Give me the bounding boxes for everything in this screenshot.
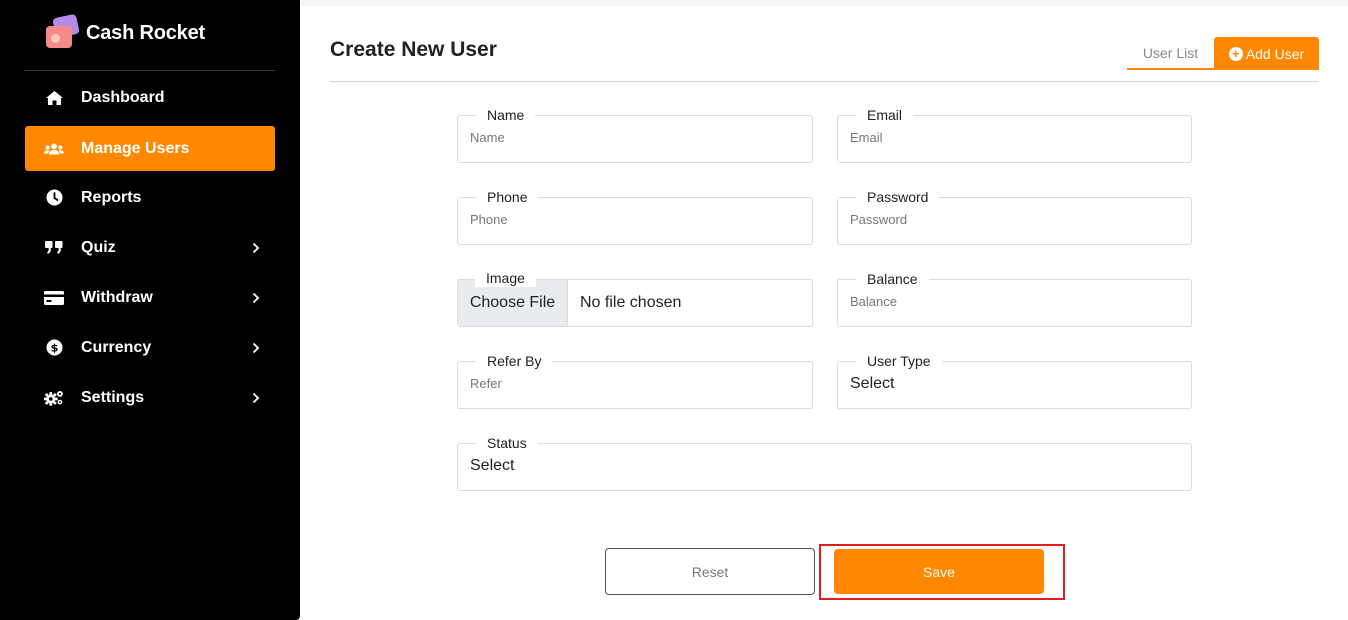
phone-input[interactable]	[470, 212, 800, 227]
reset-button[interactable]: Reset	[605, 548, 815, 595]
password-field: Password	[837, 188, 1192, 245]
sidebar-item-settings[interactable]: Settings	[25, 375, 275, 420]
sidebar-item-reports[interactable]: Reports	[25, 175, 275, 220]
sidebar: Cash Rocket Dashboard Manage Users Repor…	[0, 0, 300, 620]
tab-add-user-label: Add User	[1245, 45, 1305, 62]
name-label: Name	[476, 106, 536, 124]
balance-input[interactable]	[850, 294, 1179, 309]
sidebar-item-manage-users[interactable]: Manage Users	[25, 126, 275, 171]
user-type-value: Select	[850, 375, 895, 392]
status-label: Status	[476, 434, 538, 452]
user-type-select[interactable]: User Type Select	[837, 352, 1192, 409]
sidebar-item-label: Settings	[81, 388, 145, 406]
refer-by-input[interactable]	[470, 376, 800, 391]
credit-card-icon	[44, 288, 64, 308]
email-input[interactable]	[850, 130, 1179, 145]
chevron-right-icon	[251, 392, 261, 404]
sidebar-item-label: Quiz	[81, 238, 116, 256]
svg-text:$: $	[50, 342, 58, 355]
dollar-icon: $	[44, 338, 64, 358]
chevron-right-icon	[251, 242, 261, 254]
sidebar-item-label: Currency	[81, 338, 152, 356]
user-type-label: User Type	[856, 352, 942, 370]
image-label: Image	[475, 269, 536, 287]
sidebar-item-label: Withdraw	[81, 288, 153, 306]
sidebar-item-label: Dashboard	[81, 88, 165, 106]
phone-field: Phone	[457, 188, 813, 245]
header-divider	[330, 81, 1319, 82]
sidebar-item-label: Reports	[81, 188, 142, 206]
users-icon	[44, 139, 64, 159]
password-label: Password	[856, 188, 940, 206]
tab-add-user[interactable]: + Add User	[1214, 37, 1319, 70]
name-field: Name	[457, 106, 813, 163]
top-strip	[300, 0, 1348, 6]
save-button[interactable]: Save	[834, 549, 1044, 594]
home-icon	[44, 88, 64, 108]
refer-by-field: Refer By	[457, 352, 813, 409]
refer-by-label: Refer By	[476, 352, 553, 370]
clock-icon	[44, 188, 64, 208]
sidebar-item-dashboard[interactable]: Dashboard	[25, 75, 275, 120]
password-input[interactable]	[850, 212, 1179, 227]
chevron-right-icon	[251, 342, 261, 354]
gears-icon	[44, 388, 64, 408]
page-title: Create New User	[330, 38, 497, 61]
cash-rocket-logo-icon	[44, 13, 80, 50]
file-status-text: No file chosen	[580, 294, 682, 311]
email-field: Email	[837, 106, 1192, 163]
name-input[interactable]	[470, 130, 800, 145]
quote-icon	[44, 238, 64, 258]
plus-circle-icon: +	[1228, 46, 1243, 61]
email-label: Email	[856, 106, 914, 124]
brand-name: Cash Rocket	[86, 21, 205, 44]
sidebar-item-quiz[interactable]: Quiz	[25, 225, 275, 270]
balance-label: Balance	[856, 270, 929, 288]
main-content: Create New User User List + Add User Nam…	[300, 0, 1348, 620]
brand[interactable]: Cash Rocket	[44, 13, 205, 51]
phone-label: Phone	[476, 188, 539, 206]
status-value: Select	[470, 457, 515, 474]
sidebar-divider	[24, 70, 275, 71]
tab-user-list[interactable]: User List	[1127, 37, 1214, 70]
sidebar-item-withdraw[interactable]: Withdraw	[25, 275, 275, 320]
sidebar-item-currency[interactable]: $ Currency	[25, 325, 275, 370]
balance-field: Balance	[837, 270, 1192, 327]
chevron-right-icon	[251, 292, 261, 304]
status-select[interactable]: Status Select	[457, 434, 1192, 491]
sidebar-item-label: Manage Users	[81, 139, 190, 157]
